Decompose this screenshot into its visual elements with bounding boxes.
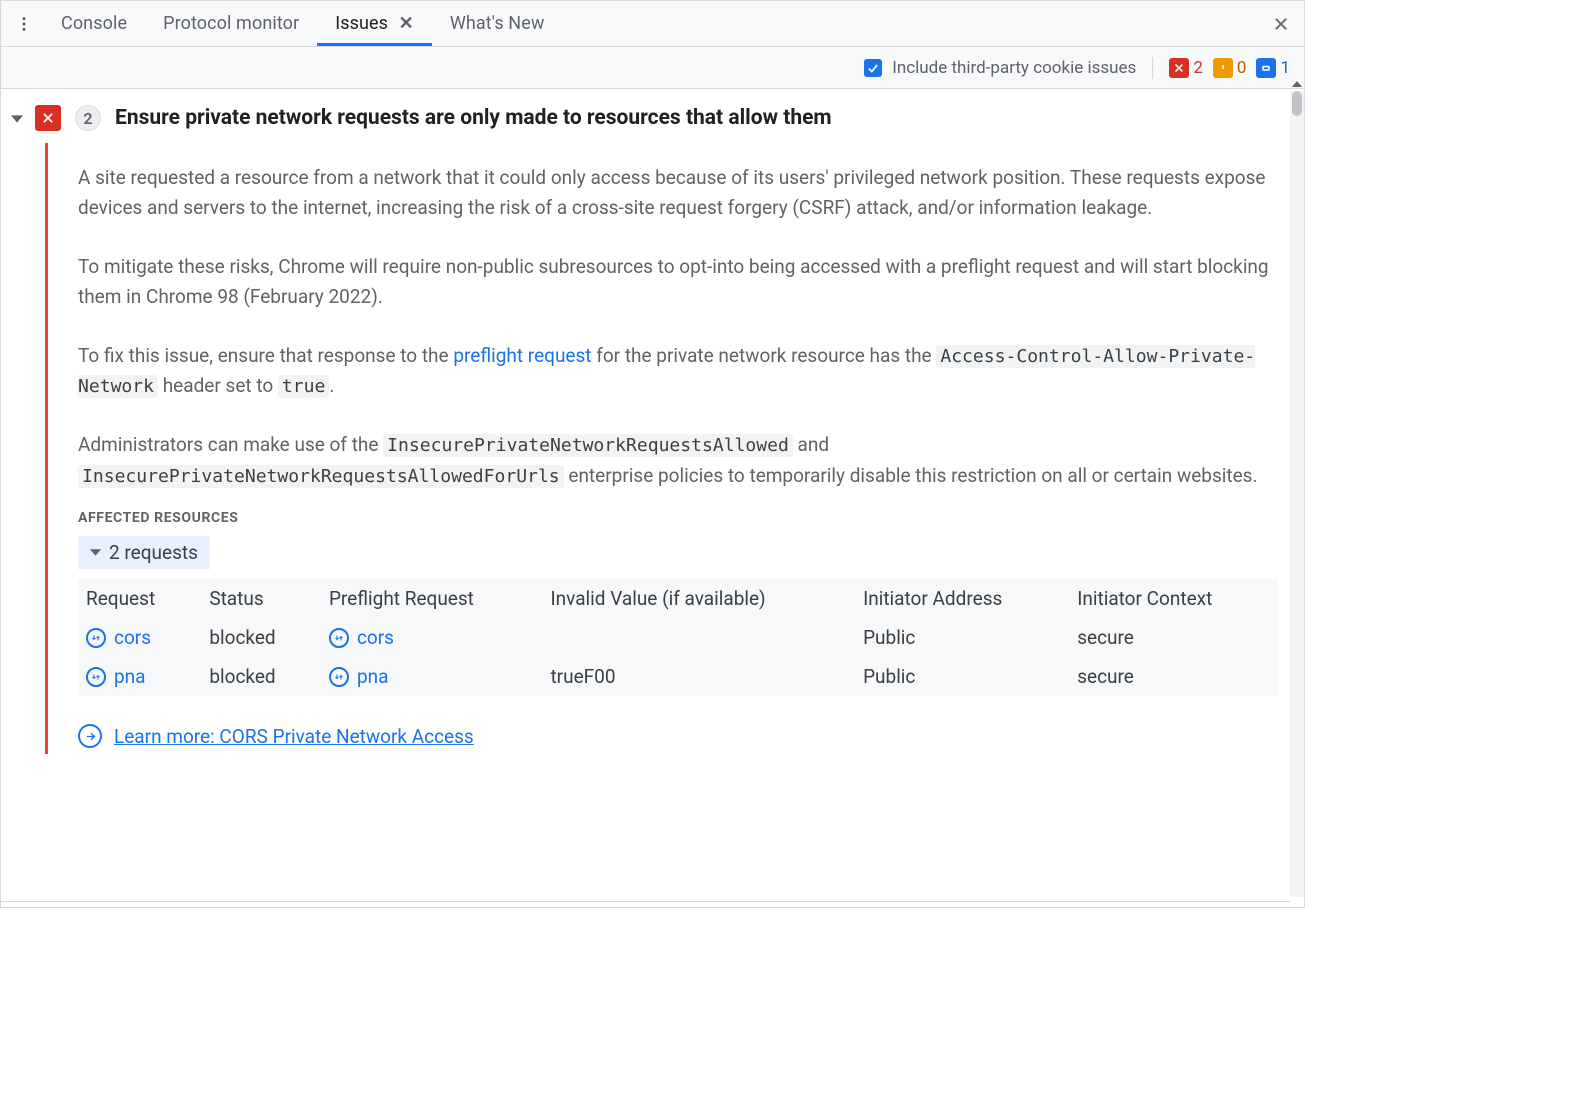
error-icon (35, 105, 61, 131)
issue-expand-toggle[interactable] (11, 105, 25, 754)
info-icon (1256, 58, 1276, 78)
arrow-right-icon (78, 724, 102, 748)
warning-count[interactable]: 0 (1213, 58, 1247, 78)
count-value: 0 (1237, 58, 1247, 78)
tab-label: Console (61, 13, 127, 34)
network-icon (86, 628, 106, 648)
tab-label: Issues (335, 13, 388, 34)
preflight-cell: pna (329, 665, 525, 688)
issue-counts: 2 0 1 (1169, 58, 1290, 78)
table-row: cors blocked cors Publicsecure (78, 618, 1278, 657)
tab-issues[interactable]: Issues ✕ (317, 3, 432, 45)
warning-icon (1213, 58, 1233, 78)
issue-header[interactable]: 2 Ensure private network requests are on… (35, 105, 1288, 131)
issue-body: A site requested a resource from a netwo… (45, 143, 1288, 754)
divider (1152, 57, 1153, 79)
code-policy: InsecurePrivateNetworkRequestsAllowedFor… (78, 465, 564, 488)
issue-paragraph: A site requested a resource from a netwo… (78, 163, 1278, 224)
table-header-row: Request Status Preflight Request Invalid… (78, 579, 1278, 618)
issue-paragraph: To fix this issue, ensure that response … (78, 341, 1278, 403)
preflight-cell: cors (329, 626, 525, 649)
count-value: 1 (1280, 58, 1290, 78)
tab-protocol-monitor[interactable]: Protocol monitor (145, 3, 317, 45)
issue-paragraph: Administrators can make use of the Insec… (78, 430, 1278, 492)
issue-count-pill: 2 (75, 105, 101, 131)
table-row: pna blocked pna trueF00Publicsecure (78, 657, 1278, 696)
chevron-down-icon (90, 547, 101, 558)
affected-resources-heading: AFFECTED RESOURCES (78, 510, 1278, 526)
network-icon (86, 667, 106, 687)
learn-more: Learn more: CORS Private Network Access (78, 724, 1278, 748)
tab-console[interactable]: Console (43, 3, 145, 45)
invalid-cell: trueF00 (542, 657, 855, 696)
issues-list: 2 Ensure private network requests are on… (1, 89, 1304, 780)
bottom-border (1, 901, 1290, 907)
issue-paragraph: To mitigate these risks, Chrome will req… (78, 252, 1278, 313)
more-tabs-button[interactable] (11, 11, 37, 37)
status-cell: blocked (201, 618, 321, 657)
preflight-link[interactable]: pna (357, 665, 389, 688)
scrollbar-thumb[interactable] (1292, 91, 1302, 116)
checkbox-label: Include third-party cookie issues (892, 58, 1136, 78)
learn-more-link[interactable]: Learn more: CORS Private Network Access (114, 725, 474, 748)
col-preflight: Preflight Request (321, 579, 543, 618)
initiator-ctx-cell: secure (1069, 657, 1278, 696)
close-icon (1272, 15, 1290, 33)
initiator-addr-cell: Public (855, 657, 1069, 696)
error-count[interactable]: 2 (1169, 58, 1203, 78)
initiator-ctx-cell: secure (1069, 618, 1278, 657)
error-icon (1169, 58, 1189, 78)
include-third-party-checkbox[interactable]: Include third-party cookie issues (864, 58, 1136, 78)
issues-toolbar: Include third-party cookie issues 2 0 1 (1, 47, 1304, 89)
requests-disclosure[interactable]: 2 requests (78, 536, 210, 569)
network-icon (329, 628, 349, 648)
issue-item: 2 Ensure private network requests are on… (35, 105, 1288, 754)
disclosure-label: 2 requests (109, 541, 198, 564)
request-cell: pna (86, 665, 183, 688)
code-policy: InsecurePrivateNetworkRequestsAllowed (383, 434, 793, 457)
col-invalid: Invalid Value (if available) (542, 579, 855, 618)
checkbox-icon (864, 59, 882, 77)
kebab-icon (15, 15, 33, 33)
preflight-request-link[interactable]: preflight request (453, 344, 591, 367)
initiator-addr-cell: Public (855, 618, 1069, 657)
chevron-down-icon (11, 113, 23, 125)
preflight-link[interactable]: cors (357, 626, 394, 649)
close-panel-button[interactable] (1262, 5, 1300, 43)
network-icon (329, 667, 349, 687)
tab-label: What's New (450, 13, 545, 34)
request-cell: cors (86, 626, 183, 649)
tab-whats-new[interactable]: What's New (432, 3, 563, 45)
code-value: true (278, 375, 329, 398)
tab-label: Protocol monitor (163, 13, 299, 34)
request-link[interactable]: cors (114, 626, 151, 649)
col-initiator-ctx: Initiator Context (1069, 579, 1278, 618)
invalid-cell (542, 618, 855, 657)
panel-tabbar: Console Protocol monitor Issues ✕ What's… (1, 1, 1304, 47)
count-value: 2 (1193, 58, 1203, 78)
status-cell: blocked (201, 657, 321, 696)
col-request: Request (78, 579, 201, 618)
chevron-up-icon (1292, 79, 1302, 89)
col-status: Status (201, 579, 321, 618)
request-link[interactable]: pna (114, 665, 146, 688)
scrollbar[interactable] (1290, 91, 1304, 897)
close-icon[interactable]: ✕ (399, 13, 414, 34)
issue-title: Ensure private network requests are only… (115, 106, 832, 130)
info-count[interactable]: 1 (1256, 58, 1290, 78)
col-initiator-addr: Initiator Address (855, 579, 1069, 618)
requests-table: Request Status Preflight Request Invalid… (78, 579, 1278, 696)
